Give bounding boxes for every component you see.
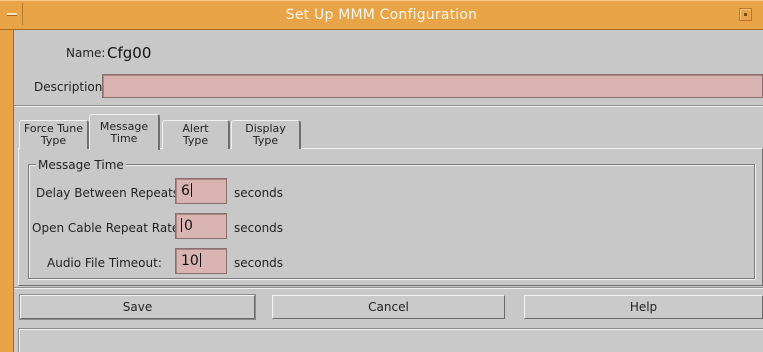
open-cable-repeat-rate-label: Open Cable Repeat Rate: — [32, 221, 184, 235]
open-cable-repeat-rate-field[interactable]: 0 — [175, 213, 227, 239]
text-cursor — [181, 218, 182, 232]
help-button[interactable]: Help — [524, 295, 763, 319]
delay-between-repeats-unit: seconds — [234, 186, 284, 200]
delay-between-repeats-value: 6 — [181, 183, 190, 199]
tab-label-line2: Time — [110, 132, 138, 145]
message-time-group-title: Message Time — [36, 158, 126, 172]
tab-label-line2: Type — [252, 134, 279, 147]
window-titlebar[interactable]: Set Up MMM Configuration — [0, 0, 763, 30]
audio-file-timeout-unit: seconds — [234, 256, 284, 270]
tab-label-line2: Type — [182, 134, 209, 147]
audio-file-timeout-field[interactable]: 10 — [175, 248, 227, 274]
status-bar — [18, 328, 763, 352]
text-cursor — [199, 253, 201, 267]
button-divider — [14, 287, 763, 289]
tab-label-line2: Type — [40, 134, 67, 147]
text-cursor — [190, 183, 192, 197]
delay-between-repeats-field[interactable]: 6 — [175, 178, 227, 204]
name-label: Name: — [66, 46, 106, 60]
description-field[interactable] — [102, 74, 763, 98]
window-title: Set Up MMM Configuration — [285, 7, 478, 23]
tab-message-time[interactable]: Message Time — [89, 114, 160, 150]
description-label: Description: — [34, 80, 107, 94]
cancel-button[interactable]: Cancel — [272, 295, 505, 319]
save-button[interactable]: Save — [20, 295, 255, 319]
minimize-icon[interactable] — [739, 8, 752, 21]
open-cable-repeat-rate-value: 0 — [184, 218, 193, 234]
audio-file-timeout-label: Audio File Timeout: — [47, 256, 162, 270]
header-divider — [14, 105, 763, 107]
window-frame-left — [0, 30, 14, 352]
tab-alert-type[interactable]: Alert Type — [162, 120, 230, 149]
delay-between-repeats-label: Delay Between Repeats: — [36, 186, 184, 200]
name-value: Cfg00 — [107, 44, 152, 62]
open-cable-repeat-rate-unit: seconds — [234, 221, 284, 235]
tab-display-type[interactable]: Display Type — [231, 120, 301, 149]
tab-force-tune-type[interactable]: Force Tune Type — [19, 120, 89, 149]
audio-file-timeout-value: 10 — [181, 253, 199, 269]
